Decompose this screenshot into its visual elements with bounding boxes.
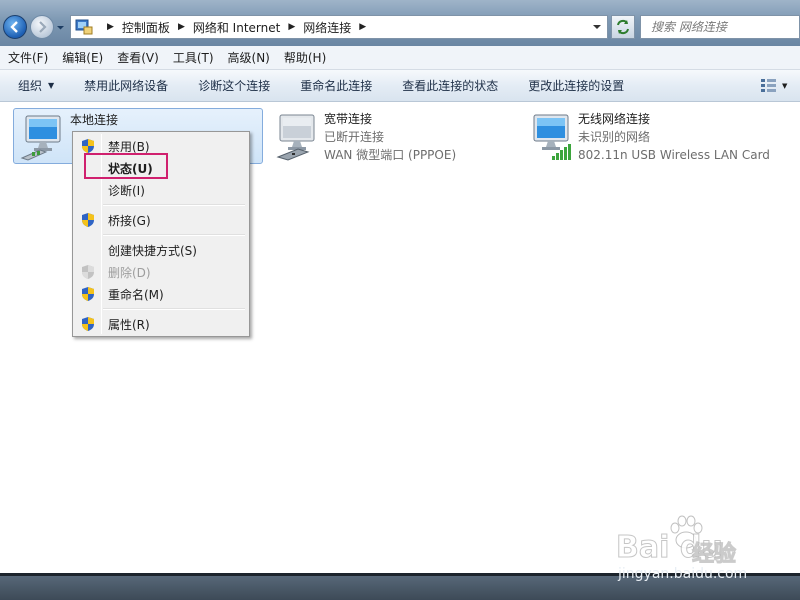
chevron-down-icon: ▼ xyxy=(48,81,55,90)
view-options-icon xyxy=(761,79,776,92)
arrow-left-icon xyxy=(10,21,18,33)
connection-details: 本地连接 xyxy=(70,111,118,129)
menu-item-label: 创建快捷方式(S) xyxy=(108,244,197,258)
breadcrumb-separator-icon: ▶ xyxy=(107,22,114,32)
menu-item-create-shortcut[interactable]: 创建快捷方式(S) xyxy=(75,239,247,261)
forward-button[interactable] xyxy=(30,15,54,39)
arrow-right-icon xyxy=(39,21,47,33)
menu-item-diagnose[interactable]: 诊断(I) xyxy=(75,179,247,201)
menu-view[interactable]: 查看(V) xyxy=(117,49,159,66)
connection-name: 宽带连接 xyxy=(324,112,373,126)
menu-separator xyxy=(103,234,245,236)
menu-separator xyxy=(103,204,245,206)
refresh-button[interactable] xyxy=(611,15,635,39)
breadcrumb-item-control-panel[interactable]: 控制面板 xyxy=(122,19,170,36)
uac-shield-icon xyxy=(82,317,94,331)
uac-shield-icon xyxy=(82,139,94,153)
uac-shield-icon xyxy=(82,213,94,227)
wired-lan-icon xyxy=(20,115,61,161)
chevron-down-icon xyxy=(57,26,64,30)
menu-item-label: 桥接(G) xyxy=(108,214,151,228)
menu-item-status[interactable]: 状态(U) xyxy=(75,157,247,179)
recent-pages-dropdown[interactable] xyxy=(56,23,65,32)
connection-broadband[interactable]: 宽带连接 已断开连接 WAN 微型端口 (PPPOE) xyxy=(268,108,518,164)
context-menu: 禁用(B) 状态(U) 诊断(I) 桥接(G) 创建快捷方式(S) 删除(D) … xyxy=(72,131,250,337)
connection-name: 无线网络连接 xyxy=(578,112,651,126)
diagnose-connection-button[interactable]: 诊断这个连接 xyxy=(198,77,270,94)
menu-item-label: 删除(D) xyxy=(108,266,151,280)
menu-tools[interactable]: 工具(T) xyxy=(173,49,214,66)
menu-separator xyxy=(103,308,245,310)
breadcrumb-separator-icon: ▶ xyxy=(359,22,367,32)
breadcrumb-item-network-internet[interactable]: 网络和 Internet xyxy=(193,19,280,36)
view-status-button[interactable]: 查看此连接的状态 xyxy=(402,77,498,94)
menu-item-label: 属性(R) xyxy=(108,318,150,332)
menu-item-label: 禁用(B) xyxy=(108,140,150,154)
baidu-jingyan-watermark: Bai du 经验 jingyan.baidu.com xyxy=(612,514,792,584)
view-dropdown-icon[interactable]: ▼ xyxy=(782,82,787,90)
connection-status: 已断开连接 xyxy=(324,130,385,144)
breadcrumb-separator-icon: ▶ xyxy=(177,22,185,32)
connection-status: 未识别的网络 xyxy=(578,130,651,144)
organize-button[interactable]: 组织 ▼ xyxy=(18,77,54,94)
menu-item-label: 重命名(M) xyxy=(108,288,164,302)
menu-advanced[interactable]: 高级(N) xyxy=(228,49,270,66)
search-box[interactable] xyxy=(640,15,800,39)
menu-file[interactable]: 文件(F) xyxy=(8,49,48,66)
address-bar: ▶ 控制面板 ▶ 网络和 Internet ▶ 网络连接 ▶ xyxy=(0,0,800,46)
menu-item-label: 诊断(I) xyxy=(108,184,145,198)
menu-item-rename[interactable]: 重命名(M) xyxy=(75,283,247,305)
search-input[interactable] xyxy=(649,17,777,37)
connection-name: 本地连接 xyxy=(70,113,119,127)
rename-connection-button[interactable]: 重命名此连接 xyxy=(300,77,372,94)
menu-item-disable[interactable]: 禁用(B) xyxy=(75,135,247,157)
wireless-icon xyxy=(533,114,571,160)
connection-details: 宽带连接 已断开连接 WAN 微型端口 (PPPOE) xyxy=(324,110,456,164)
breadcrumb-separator-icon: ▶ xyxy=(288,22,296,32)
disable-device-button[interactable]: 禁用此网络设备 xyxy=(84,77,168,94)
command-bar: 组织 ▼ 禁用此网络设备 诊断这个连接 重命名此连接 查看此连接的状态 更改此连… xyxy=(0,70,800,102)
menu-help[interactable]: 帮助(H) xyxy=(284,49,326,66)
uac-shield-icon xyxy=(82,287,94,301)
menu-bar: 文件(F) 编辑(E) 查看(V) 工具(T) 高级(N) 帮助(H) xyxy=(0,46,800,70)
organize-label: 组织 xyxy=(18,79,43,93)
watermark-url: jingyan.baidu.com xyxy=(618,566,748,582)
connection-device: 802.11n USB Wireless LAN Card xyxy=(578,148,770,162)
breadcrumb-item-network-connections[interactable]: 网络连接 xyxy=(303,19,351,36)
broadband-icon xyxy=(276,114,315,161)
watermark-subtitle: 经验 xyxy=(691,542,737,568)
connection-details: 无线网络连接 未识别的网络 802.11n USB Wireless LAN C… xyxy=(578,110,770,164)
menu-item-label: 状态(U) xyxy=(108,162,153,176)
change-view-button[interactable] xyxy=(760,77,778,93)
menu-item-properties[interactable]: 属性(R) xyxy=(75,313,247,335)
control-panel-icon xyxy=(75,19,93,35)
breadcrumb[interactable]: ▶ 控制面板 ▶ 网络和 Internet ▶ 网络连接 ▶ xyxy=(70,15,608,39)
change-settings-button[interactable]: 更改此连接的设置 xyxy=(528,77,624,94)
refresh-icon xyxy=(617,19,629,35)
connection-device: WAN 微型端口 (PPPOE) xyxy=(324,148,457,162)
uac-shield-icon xyxy=(82,265,94,279)
menu-item-bridge[interactable]: 桥接(G) xyxy=(75,209,247,231)
connection-wireless[interactable]: 无线网络连接 未识别的网络 802.11n USB Wireless LAN C… xyxy=(522,108,792,164)
menu-edit[interactable]: 编辑(E) xyxy=(62,49,103,66)
address-dropdown-icon[interactable] xyxy=(593,23,601,31)
back-button[interactable] xyxy=(3,15,27,39)
menu-item-delete: 删除(D) xyxy=(75,261,247,283)
